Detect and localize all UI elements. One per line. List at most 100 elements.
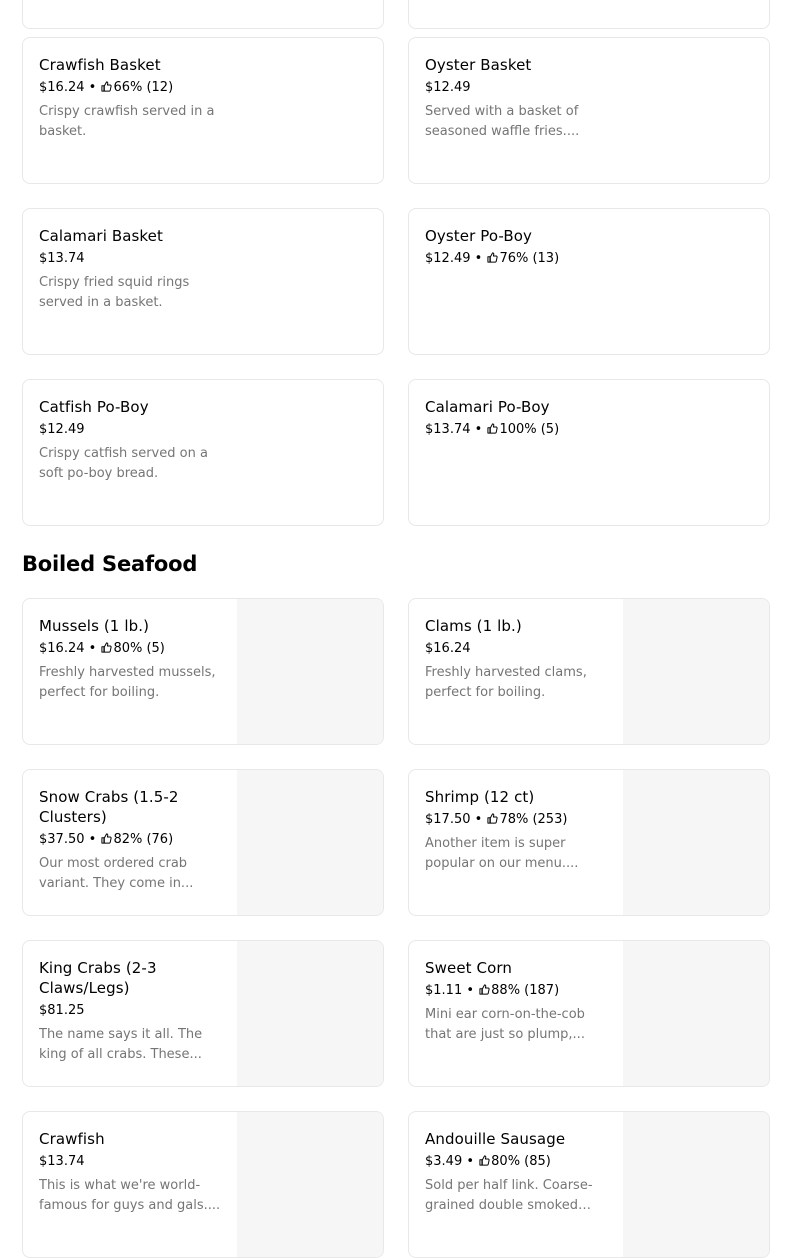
menu-item-price: $16.24 (425, 641, 471, 656)
menu-item-price: $13.74 (39, 1154, 85, 1169)
meta-separator: • (84, 80, 101, 95)
menu-item-rating: 100% (5) (499, 422, 560, 437)
menu-item-card[interactable]: Sweet Corn $1.11 • 88% (187) Mini ear co… (408, 940, 770, 1087)
section-title-boiled-seafood: Boiled Seafood (22, 552, 198, 576)
menu-item-image (623, 599, 769, 744)
menu-item-card[interactable]: Oyster Basket $12.49 Served with a baske… (408, 37, 770, 184)
menu-item-meta: $3.49 • 80% (85) (425, 1153, 607, 1171)
menu-item-card[interactable]: Shrimp (12 ct) $17.50 • 78% (253) Anothe… (408, 769, 770, 916)
menu-item-meta: $13.74 (39, 1153, 221, 1171)
menu-item-card[interactable]: Calamari Basket $13.74 Crispy fried squi… (22, 208, 384, 355)
menu-item-card[interactable]: Catfish Po-Boy $12.49 Crispy catfish ser… (22, 379, 384, 526)
thumbs-up-icon (101, 80, 113, 92)
menu-item-rating: 78% (253) (499, 812, 568, 827)
menu-item-image (623, 941, 769, 1086)
menu-item-rating: 80% (85) (491, 1154, 551, 1169)
menu-item-info: Oyster Basket $12.49 Served with a baske… (425, 55, 605, 142)
menu-item-description: Mini ear corn-on-the-cob that are just s… (425, 1007, 585, 1042)
menu-item-title: Snow Crabs (1.5-2 Clusters) (39, 788, 179, 826)
menu-item-price: $17.50 (425, 812, 471, 827)
menu-item-card[interactable]: Andouille Sausage $3.49 • 80% (85) Sold … (408, 1111, 770, 1258)
thumbs-up-icon (101, 641, 113, 653)
menu-item-title: Oyster Basket (425, 56, 532, 74)
menu-item-card[interactable]: Snow Crabs (1.5-2 Clusters) $37.50 • 82%… (22, 769, 384, 916)
menu-item-info: Catfish Po-Boy $12.49 Crispy catfish ser… (39, 397, 219, 484)
menu-item-info: Clams (1 lb.) $16.24 Freshly harvested c… (425, 616, 607, 703)
menu-item-card[interactable]: Crawfish $13.74 This is what we're world… (22, 1111, 384, 1258)
menu-item-meta: $81.25 (39, 1002, 221, 1020)
thumbs-up-icon (487, 812, 499, 824)
menu-item-card-partial[interactable] (22, 0, 384, 29)
thumbs-up-icon (479, 1154, 490, 1166)
menu-item-meta: $13.74 • 100% (5) (425, 421, 605, 439)
menu-item-image (623, 1112, 769, 1257)
menu-item-price: $1.11 (425, 983, 463, 998)
menu-item-card[interactable]: Mussels (1 lb.) $16.24 • 80% (5) Freshly… (22, 598, 384, 745)
menu-item-meta: $12.49 (39, 421, 219, 439)
menu-item-description: The name says it all. The king of all cr… (39, 1027, 203, 1062)
menu-item-card[interactable]: Calamari Po-Boy $13.74 • 100% (5) (408, 379, 770, 526)
menu-item-image (237, 1112, 383, 1257)
menu-item-info: Oyster Po-Boy $12.49 • 76% (13) (425, 226, 605, 268)
thumbs-up-icon (101, 832, 113, 844)
menu-item-card[interactable]: Oyster Po-Boy $12.49 • 76% (13) (408, 208, 770, 355)
menu-item-meta: $37.50 • 82% (76) (39, 831, 221, 849)
menu-item-info: Sweet Corn $1.11 • 88% (187) Mini ear co… (425, 958, 607, 1045)
menu-item-image (237, 599, 383, 744)
menu-item-meta: $12.49 • 76% (13) (425, 250, 605, 268)
menu-item-description: Crispy catfish served on a soft po-boy b… (39, 446, 208, 481)
meta-separator: • (470, 251, 487, 266)
menu-item-card[interactable]: King Crabs (2-3 Claws/Legs) $81.25 The n… (22, 940, 384, 1087)
menu-item-description: Freshly harvested clams, perfect for boi… (425, 665, 587, 700)
menu-item-description: Our most ordered crab variant. They come… (39, 856, 194, 891)
menu-item-rating: 66% (12) (113, 80, 174, 95)
menu-item-title: Clams (1 lb.) (425, 617, 522, 635)
menu-item-rating: 76% (13) (499, 251, 560, 266)
meta-separator: • (470, 812, 487, 827)
menu-item-price: $12.49 (425, 251, 471, 266)
menu-item-price: $3.49 (425, 1154, 463, 1169)
menu-item-info: Andouille Sausage $3.49 • 80% (85) Sold … (425, 1129, 607, 1216)
menu-item-description: Served with a basket of seasoned waffle … (425, 104, 580, 139)
menu-item-title: Crawfish Basket (39, 56, 161, 74)
meta-separator: • (462, 1154, 479, 1169)
menu-item-title: Andouille Sausage (425, 1130, 566, 1148)
menu-item-price: $13.74 (39, 251, 85, 266)
menu-item-price: $16.24 (39, 80, 85, 95)
menu-item-price: $81.25 (39, 1003, 85, 1018)
menu-item-rating: 80% (5) (113, 641, 165, 656)
menu-item-price: $12.49 (425, 80, 471, 95)
thumbs-up-icon (487, 251, 499, 263)
menu-item-description: This is what we're world-famous for guys… (39, 1178, 221, 1213)
menu-item-price: $16.24 (39, 641, 85, 656)
meta-separator: • (84, 832, 101, 847)
menu-item-title: Sweet Corn (425, 959, 512, 977)
menu-item-info: Shrimp (12 ct) $17.50 • 78% (253) Anothe… (425, 787, 607, 874)
meta-separator: • (470, 422, 487, 437)
menu-item-image (237, 941, 383, 1086)
menu-item-meta: $16.24 (425, 640, 607, 658)
menu-item-meta: $13.74 (39, 250, 219, 268)
menu-item-title: Oyster Po-Boy (425, 227, 533, 245)
menu-item-description: Freshly harvested mussels, perfect for b… (39, 665, 216, 700)
menu-item-description: Another item is super popular on our men… (425, 836, 579, 871)
menu-item-description: Crispy fried squid rings served in a bas… (39, 275, 190, 310)
menu-item-card[interactable]: Crawfish Basket $16.24 • 66% (12) Crispy… (22, 37, 384, 184)
menu-item-title: Calamari Basket (39, 227, 163, 245)
menu-item-card[interactable]: Clams (1 lb.) $16.24 Freshly harvested c… (408, 598, 770, 745)
menu-item-title: Mussels (1 lb.) (39, 617, 150, 635)
menu-item-price: $12.49 (39, 422, 85, 437)
menu-item-info: Crawfish $13.74 This is what we're world… (39, 1129, 221, 1216)
menu-item-title: Shrimp (12 ct) (425, 788, 535, 806)
menu-item-description: Crispy crawfish served in a basket. (39, 104, 215, 139)
menu-item-card-partial[interactable] (408, 0, 770, 29)
menu-item-meta: $16.24 • 80% (5) (39, 640, 221, 658)
thumbs-up-icon (479, 983, 490, 995)
menu-item-title: Crawfish (39, 1130, 105, 1148)
menu-item-info: Calamari Basket $13.74 Crispy fried squi… (39, 226, 219, 313)
thumbs-up-icon (487, 422, 499, 434)
menu-item-meta: $17.50 • 78% (253) (425, 811, 607, 829)
menu-item-rating: 88% (187) (491, 983, 560, 998)
meta-separator: • (462, 983, 479, 998)
menu-item-image (237, 770, 383, 915)
